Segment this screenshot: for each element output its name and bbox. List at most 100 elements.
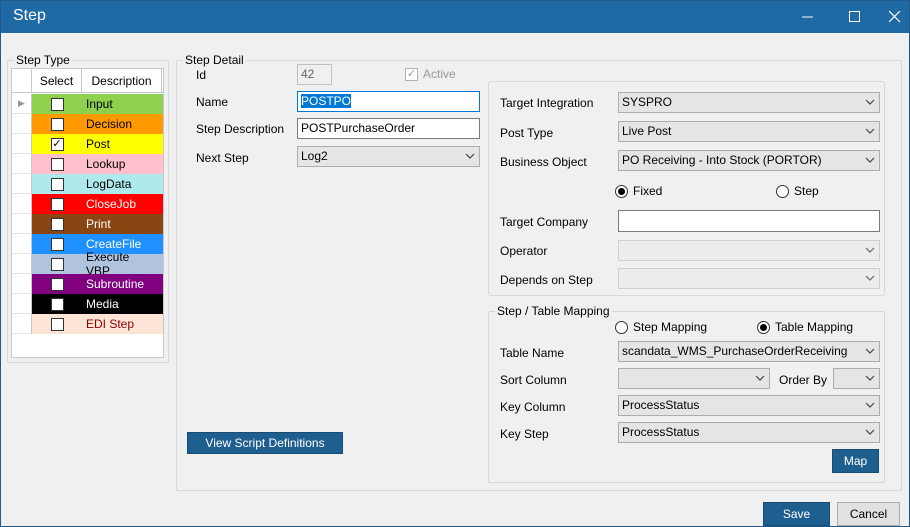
step-type-row[interactable]: CloseJob: [12, 194, 163, 214]
next-step-combo[interactable]: Log2: [297, 146, 480, 167]
step-type-row[interactable]: Decision: [12, 114, 163, 134]
minimize-button[interactable]: [788, 1, 828, 33]
cancel-button[interactable]: Cancel: [837, 502, 900, 526]
row-select-cell[interactable]: [32, 174, 82, 194]
order-by-label: Order By: [779, 373, 828, 387]
step-type-row[interactable]: Lookup: [12, 154, 163, 174]
row-header[interactable]: [12, 214, 32, 234]
table-mapping-radio[interactable]: Table Mapping: [757, 320, 853, 334]
row-header[interactable]: ▶: [12, 94, 32, 114]
row-select-checkbox[interactable]: [50, 317, 64, 331]
view-script-definitions-button[interactable]: View Script Definitions: [187, 432, 343, 454]
active-label: Active: [423, 67, 456, 81]
maximize-button[interactable]: [835, 1, 875, 33]
fixed-radio[interactable]: Fixed: [615, 184, 662, 198]
step-type-row[interactable]: Media: [12, 294, 163, 314]
next-step-value: Log2: [301, 149, 328, 163]
close-button[interactable]: [875, 1, 910, 33]
row-select-checkbox[interactable]: [50, 117, 64, 131]
row-header[interactable]: [12, 194, 32, 214]
step-type-row[interactable]: Execute VBP: [12, 250, 163, 278]
post-type-combo[interactable]: Live Post: [618, 121, 880, 142]
sort-column-label: Sort Column: [500, 373, 567, 387]
target-integration-value: SYSPRO: [622, 95, 673, 109]
row-select-cell[interactable]: [32, 154, 82, 174]
table-name-label: Table Name: [500, 346, 565, 360]
row-header[interactable]: [12, 314, 32, 334]
col-header-select[interactable]: Select: [32, 69, 82, 92]
target-company-field[interactable]: [618, 210, 880, 232]
row-select-checkbox[interactable]: [50, 217, 64, 231]
step-type-legend: Step Type: [16, 53, 70, 67]
chevron-down-icon: [865, 402, 875, 408]
row-select-checkbox[interactable]: [50, 177, 64, 191]
active-checkbox[interactable]: ✓ Active: [405, 67, 456, 81]
row-header[interactable]: [12, 254, 32, 274]
chevron-down-icon: [865, 99, 875, 105]
title-bar[interactable]: Step: [1, 1, 909, 33]
save-button[interactable]: Save: [763, 502, 830, 526]
chevron-down-icon: [865, 375, 875, 381]
step-type-row[interactable]: ✓ Post: [12, 134, 163, 154]
fixed-radio-dot: [615, 184, 628, 198]
close-icon: [889, 11, 901, 23]
grid-corner: [12, 69, 32, 92]
business-object-combo[interactable]: PO Receiving - Into Stock (PORTOR): [618, 150, 880, 171]
step-type-row[interactable]: LogData: [12, 174, 163, 194]
row-header[interactable]: [12, 134, 32, 154]
key-step-combo[interactable]: ProcessStatus: [618, 422, 880, 443]
operator-combo[interactable]: [618, 240, 880, 261]
row-description: Media: [86, 297, 119, 311]
row-select-cell[interactable]: [32, 274, 82, 294]
row-select-cell[interactable]: [32, 294, 82, 314]
step-type-row[interactable]: ▶ Input: [12, 94, 163, 114]
table-name-combo[interactable]: scandata_WMS_PurchaseOrderReceiving: [618, 341, 880, 362]
row-select-cell[interactable]: [32, 114, 82, 134]
step-type-row[interactable]: Subroutine: [12, 274, 163, 294]
step-type-row[interactable]: Print: [12, 214, 163, 234]
col-header-description[interactable]: Description: [82, 69, 162, 92]
row-header[interactable]: [12, 294, 32, 314]
step-description-field[interactable]: POSTPurchaseOrder: [297, 118, 480, 139]
target-integration-label: Target Integration: [500, 96, 594, 110]
row-select-checkbox[interactable]: [50, 157, 64, 171]
row-header[interactable]: [12, 114, 32, 134]
depends-on-step-label: Depends on Step: [500, 273, 593, 287]
step-radio[interactable]: Step: [776, 184, 819, 198]
row-select-cell[interactable]: [32, 234, 82, 254]
row-select-checkbox[interactable]: [50, 97, 64, 111]
id-field: 42: [297, 64, 332, 85]
row-select-cell[interactable]: [32, 194, 82, 214]
row-select-checkbox[interactable]: ✓: [50, 137, 64, 151]
name-field[interactable]: POSTPO: [297, 91, 480, 112]
map-button[interactable]: Map: [832, 449, 879, 473]
row-select-cell[interactable]: [32, 94, 82, 114]
order-by-combo[interactable]: [833, 368, 880, 389]
row-select-cell[interactable]: ✓: [32, 134, 82, 154]
row-header[interactable]: [12, 274, 32, 294]
step-mapping-radio[interactable]: Step Mapping: [615, 320, 707, 334]
row-select-cell[interactable]: [32, 254, 82, 274]
target-integration-combo[interactable]: SYSPRO: [618, 92, 880, 113]
row-select-checkbox[interactable]: [50, 277, 64, 291]
name-label: Name: [196, 95, 229, 109]
step-label: Step: [794, 184, 819, 198]
row-select-checkbox[interactable]: [50, 257, 64, 271]
row-select-cell[interactable]: [32, 314, 82, 334]
step-type-row[interactable]: EDI Step: [12, 314, 163, 334]
row-description: LogData: [86, 177, 132, 191]
row-select-checkbox[interactable]: [50, 237, 64, 251]
sort-column-combo[interactable]: [618, 368, 770, 389]
row-select-checkbox[interactable]: [50, 297, 64, 311]
chevron-down-icon: [865, 348, 875, 354]
row-select-cell[interactable]: [32, 214, 82, 234]
row-header[interactable]: [12, 234, 32, 254]
key-column-combo[interactable]: ProcessStatus: [618, 395, 880, 416]
row-header[interactable]: [12, 174, 32, 194]
row-select-checkbox[interactable]: [50, 197, 64, 211]
row-header[interactable]: [12, 154, 32, 174]
next-step-label: Next Step: [196, 151, 249, 165]
depends-on-step-combo[interactable]: [618, 268, 880, 289]
table-name-value: scandata_WMS_PurchaseOrderReceiving: [622, 344, 848, 358]
chevron-down-icon: [865, 275, 875, 281]
